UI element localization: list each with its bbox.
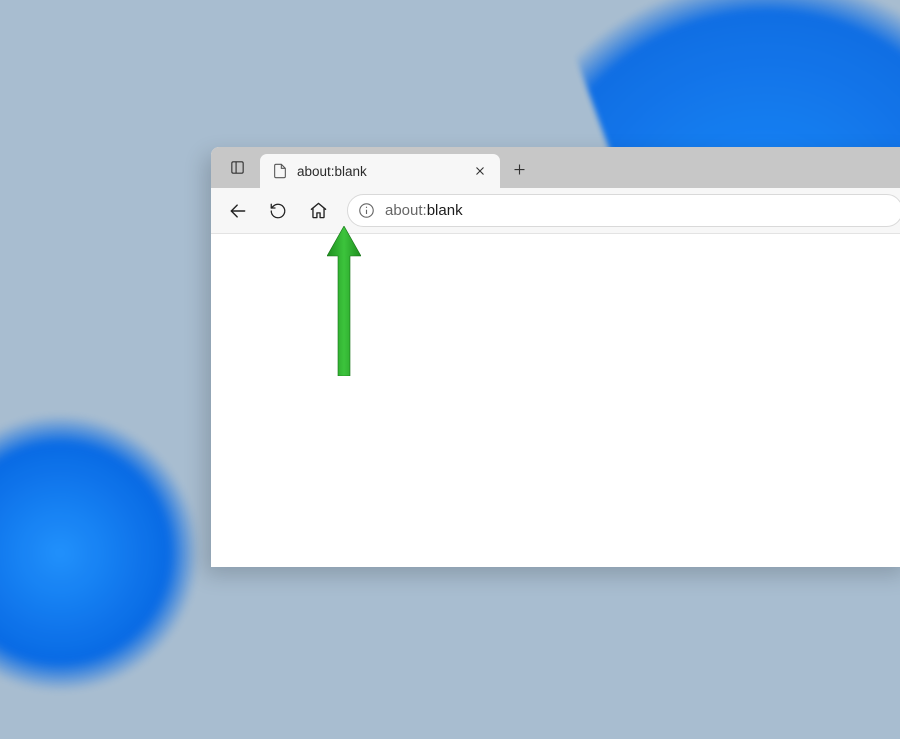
url-highlight: blank bbox=[427, 202, 463, 219]
url-prefix: about: bbox=[385, 202, 427, 219]
home-icon bbox=[309, 201, 328, 220]
close-icon bbox=[474, 165, 486, 177]
new-tab-button[interactable] bbox=[503, 153, 536, 186]
tab-strip: about:blank bbox=[211, 147, 900, 188]
site-info-icon[interactable] bbox=[358, 202, 375, 219]
arrow-left-icon bbox=[228, 201, 248, 221]
page-icon bbox=[272, 163, 288, 179]
tab-close-button[interactable] bbox=[468, 159, 492, 183]
home-button[interactable] bbox=[299, 194, 337, 228]
browser-window: about:blank bbox=[211, 147, 900, 567]
address-bar-url: about:blank bbox=[385, 202, 463, 219]
tab-title: about:blank bbox=[297, 164, 459, 179]
plus-icon bbox=[512, 162, 527, 177]
address-bar[interactable]: about:blank bbox=[347, 194, 900, 227]
refresh-button[interactable] bbox=[259, 194, 297, 228]
browser-tab[interactable]: about:blank bbox=[260, 154, 500, 188]
refresh-icon bbox=[269, 202, 287, 220]
tab-actions-button[interactable] bbox=[221, 151, 254, 184]
back-button[interactable] bbox=[219, 194, 257, 228]
tab-actions-icon bbox=[229, 159, 246, 176]
page-content bbox=[211, 234, 900, 567]
toolbar: about:blank bbox=[211, 188, 900, 234]
